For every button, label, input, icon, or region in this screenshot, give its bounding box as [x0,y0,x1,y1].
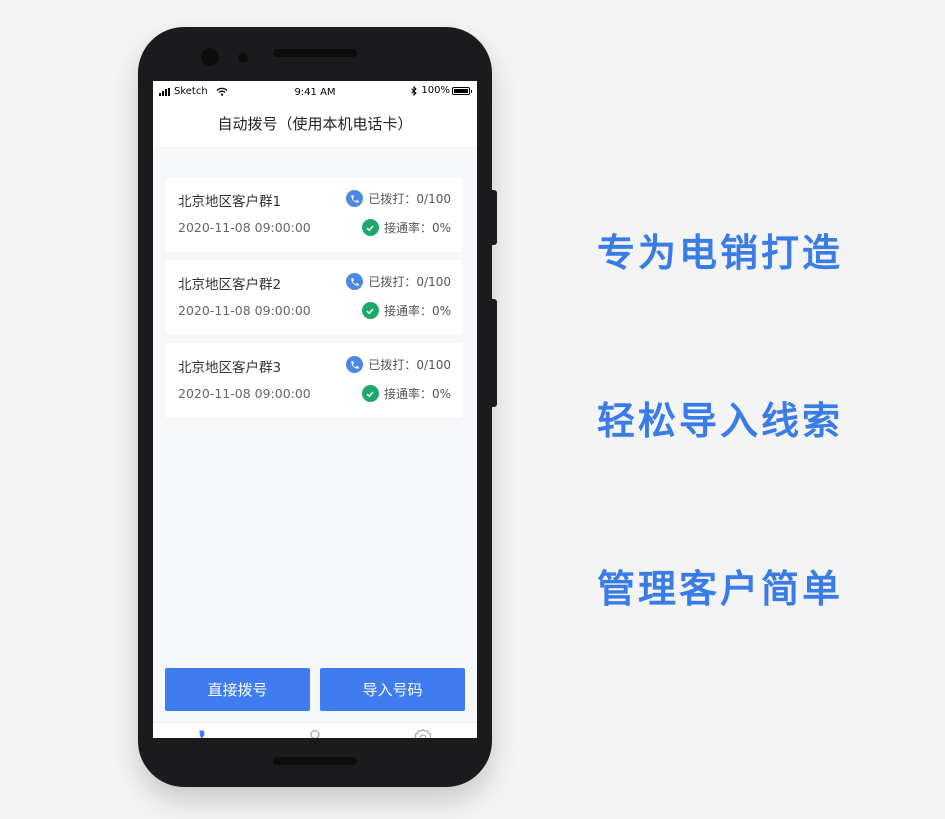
phone-icon [346,273,364,290]
check-icon [361,219,379,236]
tagline-manage-customers: 管理客户简单 [596,567,843,611]
sensor [238,53,248,63]
direct-dial-button[interactable]: 直接拨号 [165,668,310,711]
dialed-stat: 已拨打：0/100 [346,273,451,290]
power-button [492,299,497,407]
dialed-count: 已拨打：0/100 [368,275,451,289]
rate-stat: 接通率：0% [361,219,451,236]
volume-button [492,190,497,245]
check-icon [361,385,379,402]
group-time: 2020-11-08 09:00:00 [178,220,311,235]
group-name: 北京地区客户群2 [178,277,282,293]
gear-icon [414,728,432,738]
dialed-stat: 已拨打：0/100 [346,356,451,373]
group-name: 北京地区客户群1 [178,194,282,210]
customer-group-card[interactable]: 北京地区客户群2 2020-11-08 09:00:00 已拨打：0/100 接… [165,260,463,335]
phone-icon [199,730,205,738]
tab-bar: 拨号 客户 设置 [153,722,477,738]
tab-customers[interactable]: 客户 [261,723,369,738]
dialed-stat: 已拨打：0/100 [346,190,451,207]
dialed-count: 已拨打：0/100 [368,358,451,372]
status-bar: Sketch 9:41 AM 100% [153,81,477,103]
rate-stat: 接通率：0% [361,302,451,319]
tagline-telesales: 专为电销打造 [596,231,843,275]
group-time: 2020-11-08 09:00:00 [178,386,311,401]
tab-dial[interactable]: 拨号 [153,723,261,738]
connect-rate: 接通率：0% [383,387,451,401]
check-icon [361,302,379,319]
connect-rate: 接通率：0% [383,221,451,235]
tab-settings[interactable]: 设置 [369,723,477,738]
customer-group-card[interactable]: 北京地区客户群1 2020-11-08 09:00:00 已拨打：0/100 接… [165,177,463,252]
connect-rate: 接通率：0% [383,304,451,318]
phone-frame: Sketch 9:41 AM 100% 自动拨号（使用本机电话卡） 北京地区客户… [138,27,497,787]
import-numbers-button[interactable]: 导入号码 [320,668,465,711]
phone-icon [346,356,364,373]
app-screen: Sketch 9:41 AM 100% 自动拨号（使用本机电话卡） 北京地区客户… [153,81,477,738]
customer-group-card[interactable]: 北京地区客户群3 2020-11-08 09:00:00 已拨打：0/100 接… [165,343,463,418]
battery-percent: 100% [421,85,450,96]
bottom-speaker [273,757,357,765]
battery-icon [452,86,472,95]
tagline-import-leads: 轻松导入线索 [596,399,843,443]
person-icon [310,729,320,738]
phone-icon [346,190,364,207]
bluetooth-icon [411,85,418,96]
nav-bar: 自动拨号（使用本机电话卡） [153,103,477,147]
earpiece-speaker [273,49,357,57]
rate-stat: 接通率：0% [361,385,451,402]
page-title: 自动拨号（使用本机电话卡） [217,115,413,133]
front-camera [201,48,219,66]
dialed-count: 已拨打：0/100 [368,192,451,206]
group-time: 2020-11-08 09:00:00 [178,303,311,318]
group-name: 北京地区客户群3 [178,360,282,376]
